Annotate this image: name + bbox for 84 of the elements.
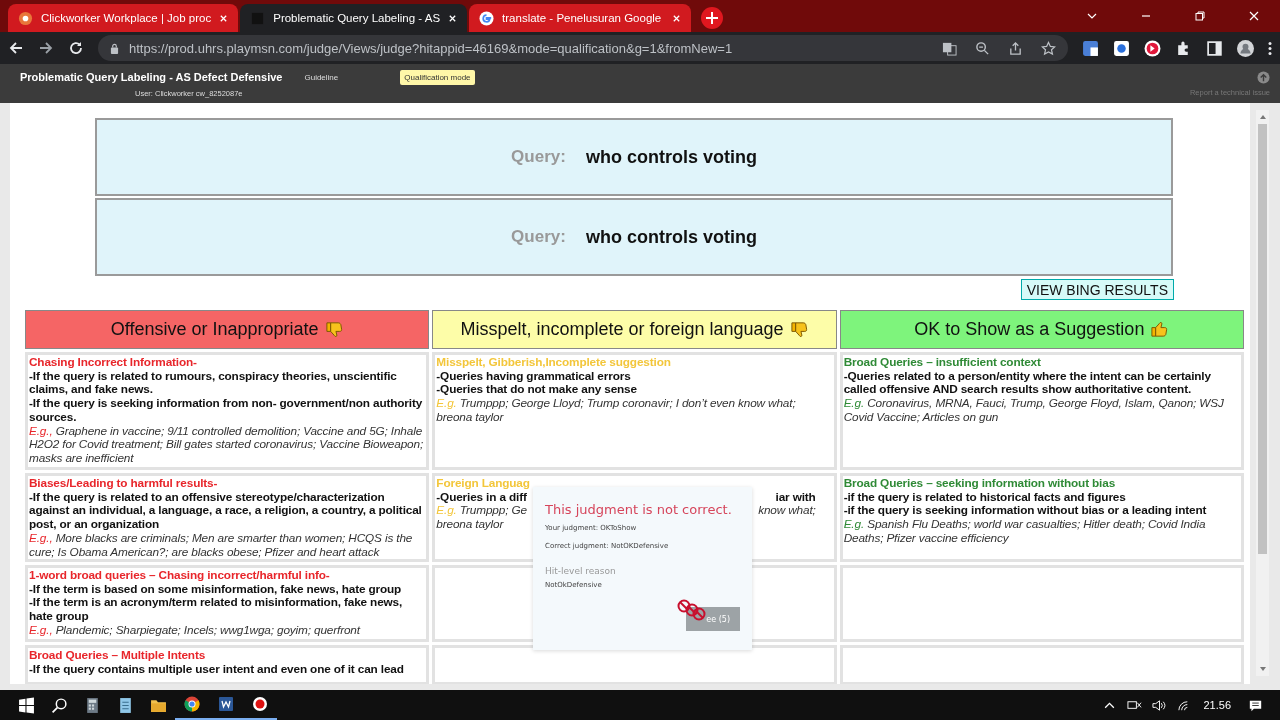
- scrollbar[interactable]: [1256, 110, 1269, 676]
- share-icon[interactable]: [1008, 40, 1023, 56]
- thumbs-down-icon: [789, 320, 809, 339]
- category-header[interactable]: Offensive or Inappropriate: [25, 310, 430, 349]
- rule-text: iar with: [775, 490, 816, 505]
- profile-avatar-icon[interactable]: [1237, 39, 1254, 57]
- rule-text: -Queries related to a person/entity where the intent can be certainly called offensive AND search results show authoritative content.: [843, 369, 1212, 398]
- cell-heading: 1-word broad queries – Chasing incorrect/harmful info-: [29, 569, 331, 583]
- rule-text: -Queries having grammatical errors: [436, 369, 632, 384]
- rule-text: -if the query is seeking information without bias or a leading intent: [843, 504, 1208, 519]
- extension-icon[interactable]: [1113, 39, 1130, 57]
- query-label: Query:: [511, 147, 566, 167]
- browser-tab[interactable]: translate - Penelusuran Google: [469, 4, 692, 32]
- query-text: who controls voting: [585, 146, 757, 168]
- rule-text: -If the term is an acronym/term related to misinformation, fake news, hate group: [29, 596, 404, 624]
- translate-icon[interactable]: [942, 40, 957, 56]
- example-text: E.g., More blacks are criminals; Men are smarter than women; HCQS is the cure; Is Obama American?; are blacks obese; Pfizer and heart attack: [29, 531, 414, 559]
- rule-text: -If the term is based on some misinformation, fake news, hate group: [29, 582, 403, 597]
- url-text: https://prod.uhrs.playmsn.com/judge/Views/judge?hitappid=46169&mode=qualification&g=1&fromNew=1: [129, 40, 733, 56]
- tab-title: translate - Penelusuran Google: [502, 12, 663, 24]
- cell-heading: Chasing Incorrect Information-: [29, 356, 198, 370]
- rule-text: -If the query is related to rumours, conspiracy theories, unscientific claims, and fake news.: [29, 369, 398, 398]
- rule-text: -Queries in a diff: [436, 490, 527, 505]
- reload-icon[interactable]: [68, 40, 84, 56]
- target-icon: [18, 10, 33, 26]
- popup-title: This judgment is not correct.: [545, 502, 733, 517]
- back-icon[interactable]: [8, 40, 24, 56]
- document-app-icon: [218, 696, 234, 712]
- guideline-link[interactable]: Guideline: [304, 72, 339, 82]
- menu-icon[interactable]: [1268, 39, 1272, 57]
- rule-text: -If the query contains multiple user intent and even one of it can lead: [29, 662, 405, 677]
- rule-text: -Queries that do not make any sense: [436, 383, 638, 398]
- scroll-up-icon[interactable]: [1258, 114, 1267, 120]
- rule-text: -If the query is seeking information from non- government/non authority sources.: [29, 397, 424, 425]
- address-bar[interactable]: https://prod.uhrs.playmsn.com/judge/Views/judge?hitappid=46169&mode=qualification&g=1&fromNew=1: [98, 35, 1068, 61]
- lock-icon: [110, 42, 119, 54]
- rule-text: -If the query is related to an offensive stereotype/characterization against an individual, a language, a race, a religion, a country, a political post, or an organization: [29, 490, 423, 532]
- cell-heading: Misspelt, Gibberish,Incomplete suggestion: [436, 356, 672, 370]
- new-tab-icon[interactable]: [701, 7, 724, 29]
- not-allowed-cursor-icon: [677, 599, 707, 621]
- tab-title: Clickworker Workplace | Job proc: [41, 12, 212, 24]
- thumbs-up-icon: [1150, 320, 1170, 339]
- reason-heading: Hit-level reason: [545, 566, 617, 576]
- cell-heading: Biases/Leading to harmful results-: [29, 477, 219, 491]
- example-text: E.g. Spanish Flu Deaths; world war casualties; Hitler death; Covid India Deaths; Pfizer vaccine efficiency: [843, 518, 1207, 546]
- translate-extension-icon[interactable]: [1082, 39, 1099, 57]
- tab-title: Problematic Query Labeling - AS: [273, 12, 441, 24]
- google-icon: [479, 10, 495, 26]
- clock-text[interactable]: 21.56: [1197, 699, 1243, 711]
- chrome-icon: [184, 696, 200, 712]
- close-icon[interactable]: [448, 13, 458, 23]
- zoom-icon[interactable]: [975, 40, 990, 56]
- arrow-up-circle-icon[interactable]: [1257, 70, 1270, 84]
- example-text: know what;: [758, 504, 816, 519]
- example-text: E.g., Graphene in vaccine; 9/11 controlled demolition; Vaccine and 5G; Inhale H2O2 for Covid treatment; Bill gates started coronavirus; Vaccine Bioweapon; masks are inefficient: [29, 424, 425, 466]
- scroll-down-icon[interactable]: [1258, 666, 1267, 672]
- query-text: who controls voting: [585, 226, 757, 248]
- forward-icon[interactable]: [38, 40, 54, 56]
- cell-heading: Foreign Languag: [436, 477, 530, 491]
- category-label: OK to Show as a Suggestion: [914, 319, 1145, 340]
- record-extension-icon[interactable]: [1144, 39, 1161, 57]
- rule-text: -if the query is related to historical facts and figures: [843, 490, 1127, 505]
- star-icon[interactable]: [1041, 40, 1056, 56]
- browser-tab[interactable]: Problematic Query Labeling - AS: [240, 4, 468, 32]
- side-panel-icon[interactable]: [1206, 39, 1223, 57]
- browser-tab[interactable]: Clickworker Workplace | Job proc: [8, 4, 239, 32]
- example-text: E.g. Trumppp; George Lloyd; Trump coronavir; I don’t even know what; breona taylor: [436, 397, 797, 425]
- task-title: Problematic Query Labeling - AS Defect Defensive: [20, 71, 283, 83]
- record-icon: [252, 696, 268, 712]
- category-label: Misspelt, incomplete or foreign language: [460, 319, 784, 340]
- view-bing-results-button[interactable]: VIEW BING RESULTS: [1020, 279, 1174, 300]
- mode-badge: Qualification mode: [400, 69, 475, 85]
- cell-heading: Broad Queries – seeking information without bias: [843, 477, 1117, 491]
- example-text: breona taylor: [436, 518, 504, 532]
- thumbs-down-icon: [324, 320, 344, 339]
- cell-heading: Broad Queries – insufficient context: [843, 356, 1042, 370]
- category-label: Offensive or Inappropriate: [110, 319, 319, 340]
- query-label: Query:: [511, 227, 566, 247]
- category-header[interactable]: Misspelt, incomplete or foreign language: [432, 310, 837, 349]
- cell-heading: Broad Queries – Multiple Intents: [29, 649, 207, 663]
- category-header[interactable]: OK to Show as a Suggestion: [839, 310, 1244, 349]
- example-text: E.g., Plandemic; Sharpiegate; Incels; wwg1wga; goyim; querfront: [29, 623, 362, 638]
- example-text: E.g. Coronavirus, MRNA, Fauci, Trump, George Floyd, Islam, Qanon; WSJ Covid Vaccine; Articles on gun: [843, 397, 1225, 425]
- example-text: E.g. Trumppp; Ge: [436, 504, 527, 519]
